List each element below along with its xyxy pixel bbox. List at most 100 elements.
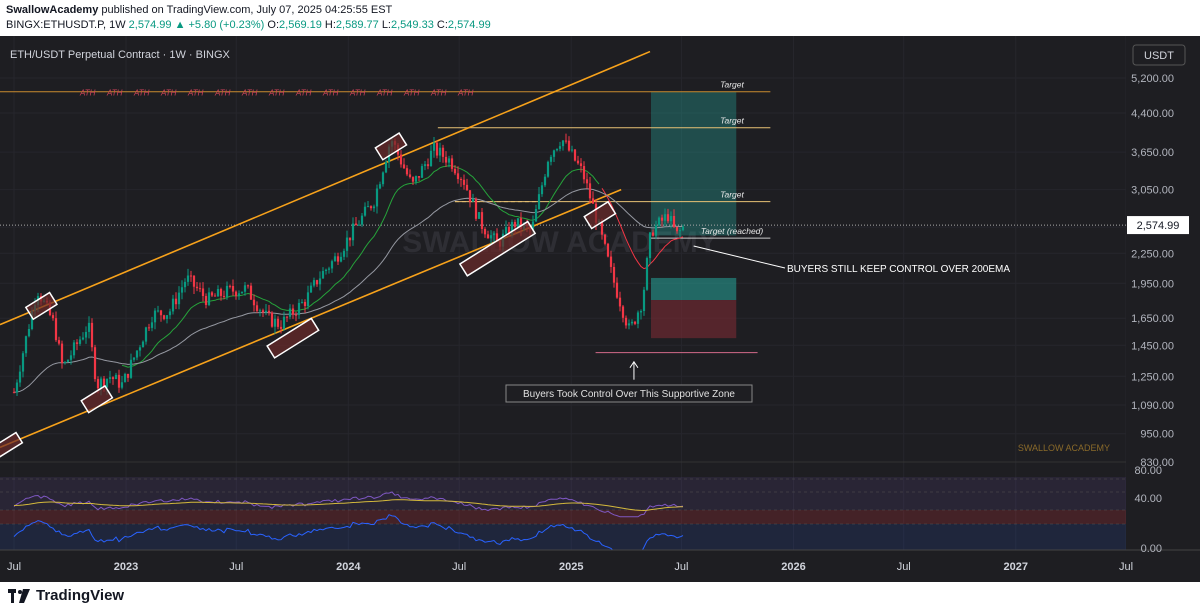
candle-body [366,206,370,208]
candle-body [348,237,352,241]
candle-body [609,256,613,267]
candle-body [444,156,448,163]
candle-body [465,184,469,191]
candle-body [231,285,235,292]
candle-body [141,341,145,348]
close-value: 2,574.99 [447,19,491,31]
candle-body [588,183,592,199]
candle-body [432,142,436,151]
candle-body [258,310,262,312]
candle-body [681,226,685,231]
buyers-200ema-label: BUYERS STILL KEEP CONTROL OVER 200EMA [787,264,1010,275]
current-price-label: 2,574.99 [1137,220,1180,232]
candle-body [411,177,415,182]
candle-body [51,315,55,319]
candle-body [564,140,568,142]
ath-label: ATH [349,89,366,98]
target-label: Target [720,116,744,126]
candle-body [453,168,457,174]
candle-body [321,271,325,279]
candle-body [195,286,199,289]
low-label: L: [381,19,391,31]
candle-body [603,234,607,244]
time-tick-label: Jul [897,561,911,573]
candle-body [315,280,319,285]
candle-body [249,285,253,300]
chart-area[interactable]: SWALLOW ACADEMY ATH ATH ATH ATH ATH ATH ATH ATH… [0,36,1200,582]
candle-body [654,225,658,236]
candle-body [627,323,631,326]
candle-body [111,377,115,380]
candle-body [378,184,382,189]
ath-label: ATH [106,89,123,98]
candle-body [447,158,451,163]
candle-body [327,268,331,270]
candle-body [342,250,346,257]
entry-zone [650,277,737,301]
candle-body [132,357,136,360]
candle-body [192,275,196,287]
candle-body [180,287,184,293]
candle-body [369,206,373,209]
candle-body [318,278,322,285]
time-tick-label: Jul [229,561,243,573]
candle-body [279,326,283,329]
last-price: 2,574.99 [128,19,172,31]
candle-body [420,166,424,178]
candle-body [558,146,562,149]
price-tick-label: 3,650.00 [1131,147,1174,159]
time-tick-label: 2024 [336,561,361,573]
candle-body [543,176,547,186]
candle-body [60,343,64,363]
candle-body [606,243,610,257]
candle-body [540,185,544,195]
target-label: Target (reached) [701,226,764,236]
candle-body [171,298,175,312]
candle-body [648,232,652,259]
candle-body [513,221,517,227]
symbol-label[interactable]: BINGX:ETHUSDT.P, 1W [6,19,126,31]
time-tick-label: 2026 [781,561,805,573]
candle-body [186,275,190,282]
ath-label: ATH [187,89,204,98]
price-tick-label: 3,050.00 [1131,185,1174,197]
time-tick-label: Jul [674,561,688,573]
price-tick-label: 4,400.00 [1131,108,1174,120]
author-name[interactable]: SwallowAcademy [6,4,98,16]
candle-body [477,212,481,219]
candle-body [576,160,580,164]
candle-body [252,299,256,306]
candle-body [645,258,649,290]
candle-body [363,206,367,216]
candle-body [108,377,112,379]
candle-body [486,234,490,239]
candle-body [666,214,670,222]
candle-body [288,308,292,317]
close-label: C: [436,19,448,31]
candle-body [660,217,664,221]
candle-body [636,312,640,324]
candle-body [417,176,421,178]
candle-body [282,316,286,329]
candle-body [174,298,178,305]
tradingview-logo[interactable]: TradingView [8,587,124,604]
candle-body [222,295,226,297]
candle-body [168,311,172,316]
candle-body [183,281,187,288]
candle-body [123,373,127,383]
candle-body [66,359,70,363]
candle-body [207,292,211,305]
candle-body [555,148,559,151]
candle-body [333,256,337,262]
candle-body [678,230,682,232]
candle-body [456,173,460,180]
candle-body [24,336,28,354]
candle-body [240,291,244,294]
candle-body [591,198,595,204]
candle-body [537,194,541,210]
buyers-zone-label: Buyers Took Control Over This Supportive… [523,389,735,400]
ath-label: ATH [430,89,447,98]
price-chart[interactable]: SWALLOW ACADEMY ATH ATH ATH ATH ATH ATH ATH ATH… [0,36,1200,582]
target-label: Target [720,80,744,90]
candle-body [216,288,220,297]
